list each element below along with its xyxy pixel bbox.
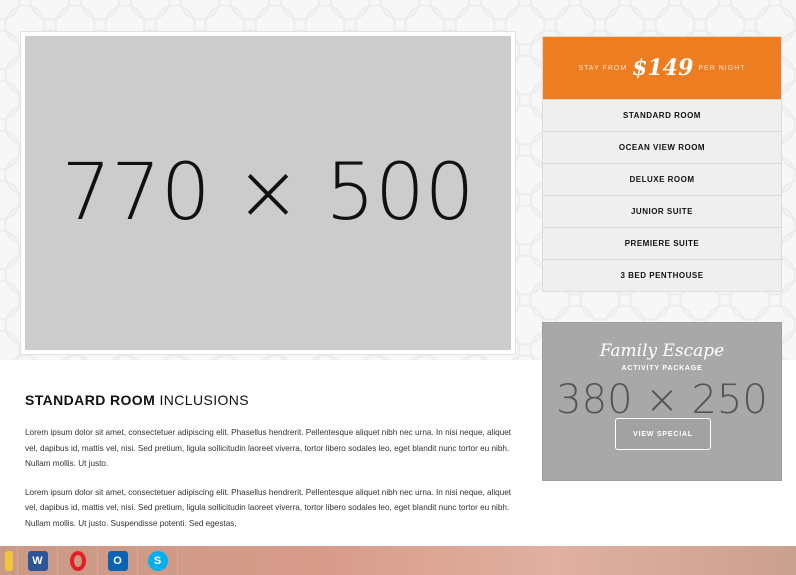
room-item-penthouse[interactable]: 3 BED PENTHOUSE [543, 259, 781, 291]
price-value: $149 [632, 55, 694, 81]
taskbar-skype-button[interactable]: S [138, 546, 178, 575]
room-item-junior-suite[interactable]: JUNIOR SUITE [543, 195, 781, 227]
taskbar-opera-button[interactable] [58, 546, 98, 575]
room-item-ocean-view[interactable]: OCEAN VIEW ROOM [543, 131, 781, 163]
hero-image-placeholder: 770 × 500 [25, 36, 511, 350]
outlook-icon: O [107, 550, 128, 571]
room-type-list: STANDARD ROOM OCEAN VIEW ROOM DELUXE ROO… [543, 99, 781, 291]
room-item-deluxe[interactable]: DELUXE ROOM [543, 163, 781, 195]
special-subtitle: ACTIVITY PACKAGE [621, 365, 703, 372]
view-special-button[interactable]: VIEW SPECIAL [615, 418, 711, 450]
special-placeholder-text: 380 × 250 [556, 377, 768, 423]
taskbar-outlook-button[interactable]: O [98, 546, 138, 575]
taskbar-edge-button[interactable] [0, 546, 18, 575]
price-header: STAY FROM $149 PER NIGHT [543, 37, 781, 99]
room-item-standard[interactable]: STANDARD ROOM [543, 99, 781, 131]
inclusions-heading-bold: STANDARD ROOM [25, 392, 156, 408]
room-price-box: STAY FROM $149 PER NIGHT STANDARD ROOM O… [542, 36, 782, 292]
price-prefix: STAY FROM [578, 64, 628, 72]
special-title: Family Escape [599, 341, 725, 361]
price-suffix: PER NIGHT [698, 64, 746, 72]
inclusions-heading: STANDARD ROOM INCLUSIONS [25, 392, 515, 408]
special-offer-banner: 380 × 250 Family Escape ACTIVITY PACKAGE… [542, 322, 782, 481]
room-item-premiere-suite[interactable]: PREMIERE SUITE [543, 227, 781, 259]
opera-icon [68, 550, 88, 571]
hero-placeholder-text: 770 × 500 [61, 148, 475, 238]
edge-icon [4, 550, 13, 571]
inclusions-paragraph-1: Lorem ipsum dolor sit amet, consectetuer… [25, 428, 512, 468]
inclusions-heading-rest: INCLUSIONS [159, 392, 250, 408]
skype-icon: S [147, 550, 168, 571]
word-icon: W [27, 550, 48, 571]
taskbar: W O S [0, 546, 796, 575]
inclusions-paragraph-2: Lorem ipsum dolor sit amet, consectetuer… [25, 487, 512, 528]
taskbar-word-button[interactable]: W [18, 546, 58, 575]
inclusions-section: STANDARD ROOM INCLUSIONS Lorem ipsum dol… [25, 392, 515, 531]
